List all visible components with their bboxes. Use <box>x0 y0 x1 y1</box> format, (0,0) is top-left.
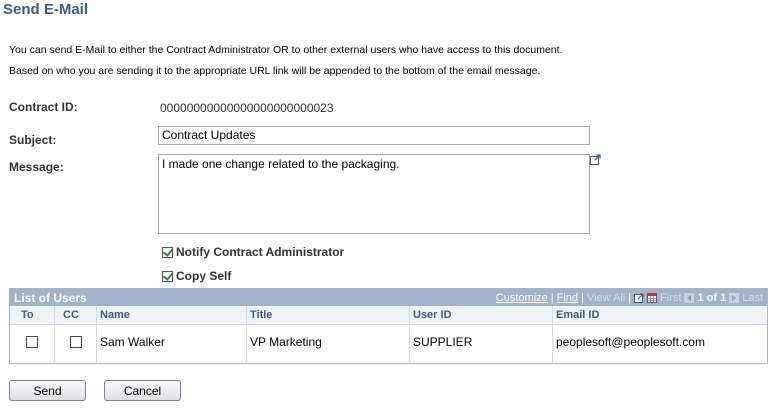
copy-self-label: Copy Self <box>176 269 232 283</box>
last-link: Last <box>742 292 763 304</box>
user-id: SUPPLIER <box>413 335 473 349</box>
grid-title: List of Users <box>14 291 87 305</box>
instruction-line-2: Based on who you are sending it to the a… <box>9 65 541 77</box>
column-header-user-id: User ID <box>413 309 452 321</box>
user-email: peoplesoft@peoplesoft.com <box>556 335 705 349</box>
subject-label: Subject: <box>9 133 57 147</box>
column-header-title: Title <box>250 309 273 321</box>
table-row: Sam Walker VP Marketing SUPPLIER peoples… <box>10 326 767 362</box>
customize-link[interactable]: Customize <box>496 292 548 304</box>
user-title: VP Marketing <box>250 335 322 349</box>
users-grid: List of Users Customize | Find | View Al… <box>9 288 768 364</box>
nav-separator: | <box>581 292 584 304</box>
grid-column-headers: To CC Name Title User ID Email ID <box>10 306 767 325</box>
contract-id-label: Contract ID: <box>9 100 78 114</box>
message-textarea[interactable]: I made one change related to the packagi… <box>158 154 590 234</box>
row-range: 1 of 1 <box>697 292 727 304</box>
view-all-link: View All <box>586 292 626 304</box>
notify-admin-row[interactable]: Notify Contract Administrator <box>162 245 344 259</box>
cc-checkbox[interactable] <box>70 336 82 348</box>
first-link: First <box>660 292 682 304</box>
download-spreadsheet-icon[interactable] <box>647 293 658 303</box>
nav-separator: | <box>628 292 632 304</box>
previous-arrow-icon <box>684 293 695 303</box>
notify-admin-label: Notify Contract Administrator <box>176 245 345 259</box>
grid-navigation: Customize | Find | View All | First 1 of… <box>496 292 763 304</box>
column-header-email-id: Email ID <box>556 309 600 321</box>
copy-self-row[interactable]: Copy Self <box>162 269 231 283</box>
user-name: Sam Walker <box>100 335 165 349</box>
instruction-line-1: You can send E-Mail to either the Contra… <box>9 44 563 56</box>
copy-self-checkbox[interactable] <box>162 270 173 282</box>
grid-header: List of Users Customize | Find | View Al… <box>10 289 767 306</box>
cancel-button[interactable]: Cancel <box>104 380 181 401</box>
contract-id-value: 00000000000000000000000023 <box>160 101 334 115</box>
column-header-name: Name <box>100 309 130 321</box>
next-arrow-icon <box>729 293 740 303</box>
message-label: Message: <box>9 160 64 174</box>
new-window-icon[interactable] <box>634 293 644 303</box>
nav-separator: | <box>550 292 554 304</box>
send-button[interactable]: Send <box>9 380 86 401</box>
find-link[interactable]: Find <box>557 292 578 304</box>
page-title: Send E-Mail <box>3 1 89 18</box>
subject-input[interactable]: Contract Updates <box>158 126 590 145</box>
column-header-cc: CC <box>63 309 79 321</box>
notify-admin-checkbox[interactable] <box>162 246 173 258</box>
expand-textarea-icon[interactable] <box>590 154 601 165</box>
to-checkbox[interactable] <box>26 336 38 348</box>
column-header-to: To <box>21 309 34 321</box>
